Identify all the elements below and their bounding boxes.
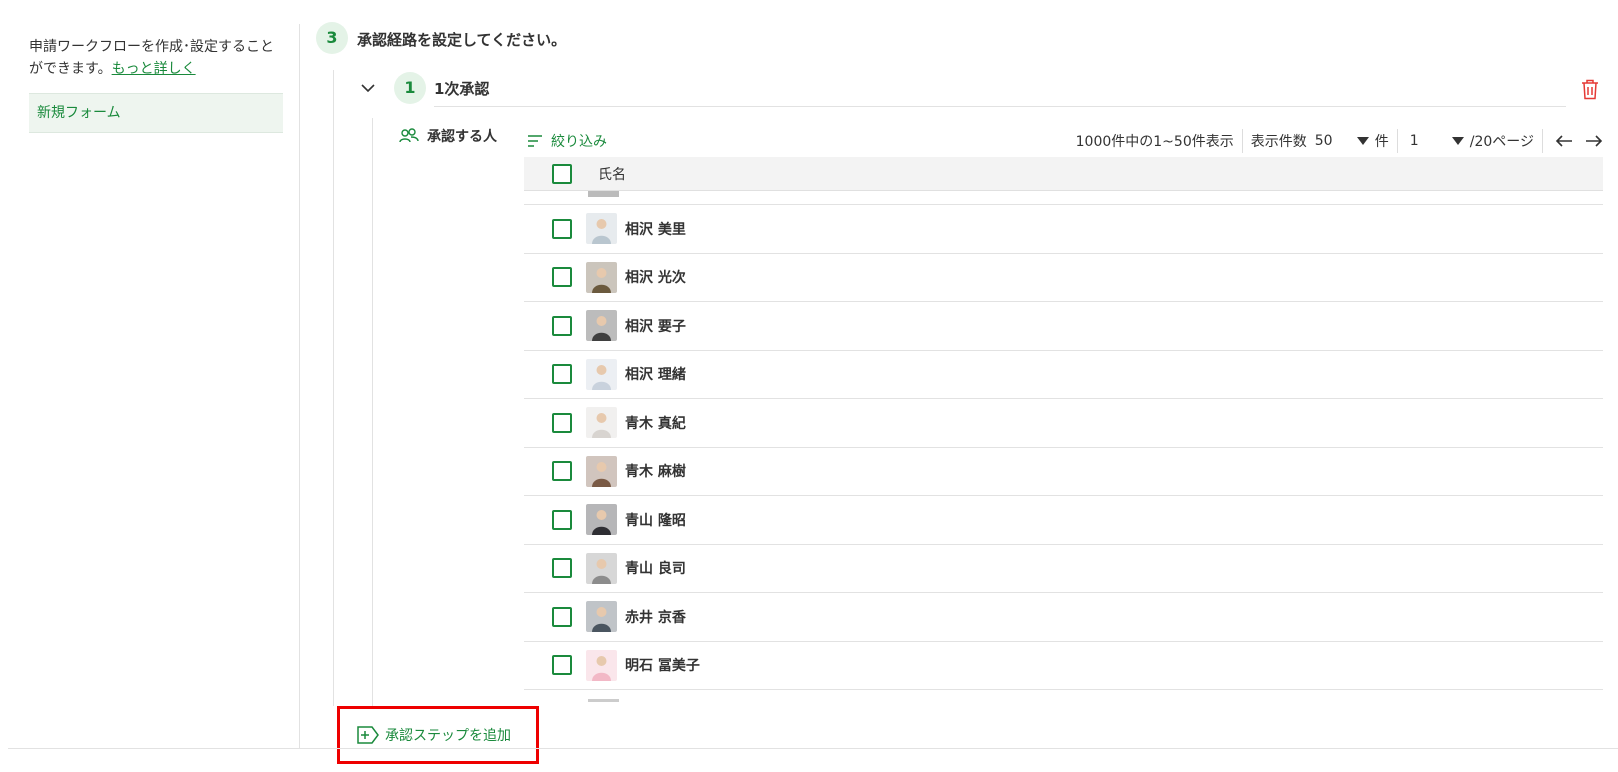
avatar [586, 504, 617, 536]
page-select[interactable]: 1 /20ページ [1406, 131, 1534, 151]
table-row[interactable]: 青山 隆昭 [524, 496, 1603, 545]
row-checkbox[interactable] [552, 364, 572, 385]
toolbar-separator [1241, 129, 1243, 153]
substep-number-badge: 1 [394, 72, 426, 104]
table-row[interactable]: 相沢 要子 [524, 302, 1603, 351]
row-checkbox[interactable] [552, 606, 572, 627]
page-total: /20ページ [1469, 134, 1534, 150]
avatar [586, 261, 617, 293]
person-name: 青木 真紀 [625, 415, 686, 432]
table-row[interactable]: 相沢 理緒 [524, 351, 1603, 399]
sidebar: 申請ワークフローを作成･設定することができます。もっと詳しく 新規フォーム [29, 36, 283, 133]
row-checkbox[interactable] [552, 558, 572, 579]
more-details-link[interactable]: もっと詳しく [112, 61, 196, 77]
add-approval-step-label: 承認ステップを追加 [385, 728, 511, 744]
person-name: 相沢 理緒 [625, 367, 686, 384]
person-name: 相沢 光次 [625, 270, 686, 287]
person-name: 青山 良司 [625, 561, 686, 578]
filter-label: 絞り込み [551, 134, 607, 150]
per-page-value: 50 [1314, 133, 1333, 149]
table-row-partial [524, 191, 1603, 205]
substep-guide-line [372, 118, 373, 706]
page-value: 1 [1409, 133, 1419, 149]
avatar [586, 649, 617, 681]
add-approval-step-button[interactable]: 承認ステップを追加 [357, 725, 511, 745]
row-checkbox[interactable] [552, 218, 572, 239]
tag-plus-icon [357, 726, 379, 744]
caret-down-icon [1356, 137, 1369, 145]
row-checkbox[interactable] [552, 315, 572, 336]
person-name: 青木 麻樹 [625, 464, 686, 481]
avatar [586, 213, 617, 245]
arrow-right-icon[interactable] [1585, 134, 1603, 148]
row-checkbox[interactable] [552, 412, 572, 433]
step-number-badge: 3 [316, 22, 348, 54]
per-page-unit: 件 [1374, 134, 1389, 150]
select-all-checkbox[interactable] [552, 163, 572, 184]
table-row[interactable]: 赤井 京香 [524, 593, 1603, 642]
per-page-label: 表示件数 [1250, 134, 1307, 150]
row-checkbox[interactable] [552, 461, 572, 482]
table-row[interactable]: 青山 良司 [524, 545, 1603, 593]
approver-table: 氏名 相沢 美里相沢 光次相沢 要子相沢 理緒青木 真紀青木 麻樹青山 隆昭青山… [524, 157, 1603, 702]
row-checkbox[interactable] [552, 267, 572, 288]
chevron-down-icon[interactable] [360, 80, 376, 96]
avatar [586, 601, 617, 633]
step-guide-line [333, 70, 334, 706]
substep-underline [434, 106, 1566, 107]
avatar [586, 310, 617, 342]
table-row[interactable]: 明石 冨美子 [524, 642, 1603, 690]
result-count: 1000件中の1~50件表示 [1075, 134, 1234, 150]
filter-button[interactable]: 絞り込み [527, 131, 607, 151]
avatar [586, 552, 617, 584]
sidebar-description: 申請ワークフローを作成･設定することができます。もっと詳しく [29, 36, 283, 80]
table-body: 相沢 美里相沢 光次相沢 要子相沢 理緒青木 真紀青木 麻樹青山 隆昭青山 良司… [524, 191, 1603, 702]
filter-icon [528, 135, 542, 147]
avatar [586, 455, 617, 487]
column-header-name: 氏名 [598, 166, 626, 183]
per-page-select[interactable]: 50 件 [1315, 131, 1389, 151]
table-row[interactable]: 相沢 美里 [524, 205, 1603, 254]
toolbar-separator [1542, 129, 1543, 153]
footer-divider [8, 748, 1618, 749]
divider [299, 24, 300, 748]
person-name: 相沢 美里 [625, 221, 686, 238]
table-row[interactable]: 青木 麻樹 [524, 448, 1603, 496]
toolbar-separator [1396, 129, 1398, 153]
approver-label: 承認する人 [399, 126, 497, 146]
users-icon [399, 128, 419, 143]
person-name: 青山 隆昭 [625, 512, 686, 529]
table-row[interactable]: 青木 真紀 [524, 399, 1603, 448]
table-row-partial [524, 690, 1603, 702]
sidebar-item-new-form[interactable]: 新規フォーム [29, 93, 283, 133]
row-checkbox[interactable] [552, 509, 572, 530]
step-title: 承認経路を設定してください。 [357, 31, 567, 49]
person-name: 明石 冨美子 [625, 658, 700, 675]
approver-label-text: 承認する人 [427, 129, 497, 145]
substep-title: 1次承認 [434, 80, 490, 98]
caret-down-icon [1451, 137, 1464, 145]
table-row[interactable]: 相沢 光次 [524, 254, 1603, 302]
avatar [588, 191, 619, 197]
table-header: 氏名 [524, 157, 1603, 191]
table-toolbar: 絞り込み 1000件中の1~50件表示 表示件数 50 件 1 /20ページ [527, 128, 1603, 154]
avatar [586, 407, 617, 439]
arrow-left-icon[interactable] [1555, 134, 1573, 148]
avatar [586, 358, 617, 390]
person-name: 赤井 京香 [625, 609, 686, 626]
person-name: 相沢 要子 [625, 318, 686, 335]
trash-icon[interactable] [1580, 78, 1600, 100]
avatar [588, 699, 619, 702]
row-checkbox[interactable] [552, 655, 572, 676]
